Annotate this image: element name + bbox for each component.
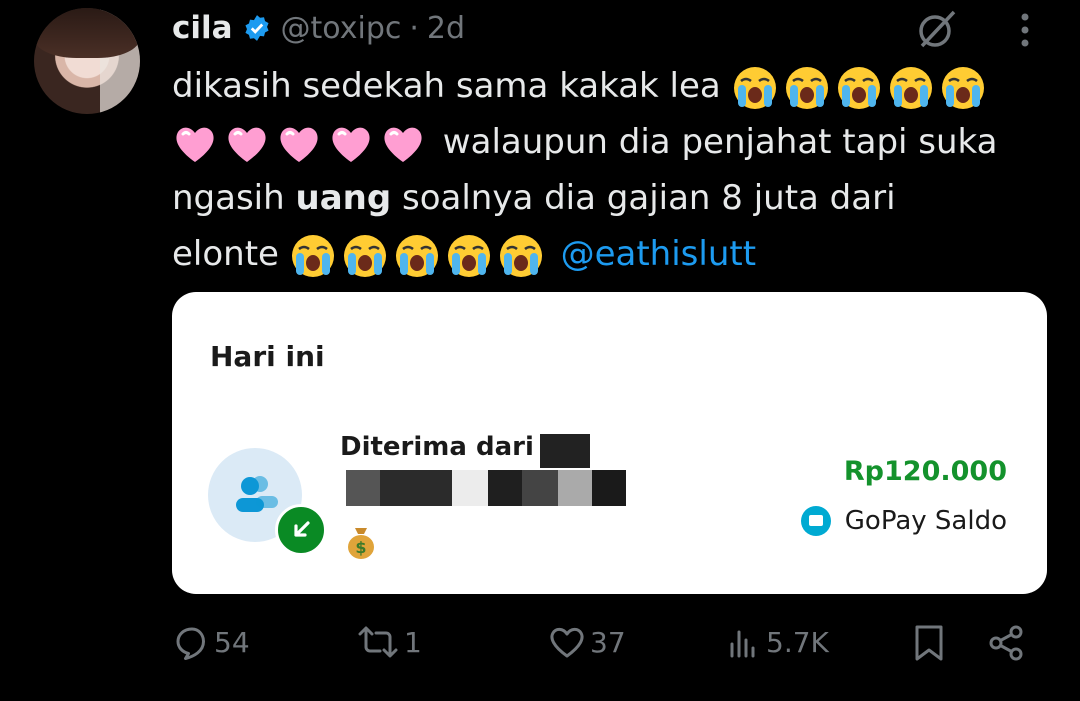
pink-heart-icon <box>280 127 318 162</box>
redacted-block <box>346 470 380 506</box>
author-handle[interactable]: @toxipc <box>281 11 402 46</box>
repost-icon <box>358 626 398 658</box>
like-count: 37 <box>590 625 626 659</box>
bookmark-button[interactable] <box>912 624 950 662</box>
wallet-label: GoPay Saldo <box>844 506 1007 536</box>
loudly-crying-face-icon <box>291 234 334 277</box>
loudly-crying-face-icon <box>447 234 490 277</box>
text-segment: dikasih sedekah sama kakak lea <box>172 66 732 106</box>
loudly-crying-face-icon <box>941 66 984 109</box>
people-icon <box>236 476 278 512</box>
arrow-down-left-icon <box>294 521 310 537</box>
loudly-crying-face-icon <box>499 234 542 277</box>
tweet-line-2: walaupun dia penjahat tapi suka <box>172 114 1052 170</box>
repost-count: 1 <box>404 625 422 659</box>
svg-text:$: $ <box>355 538 366 557</box>
loudly-crying-face-icon <box>889 66 932 109</box>
reply-count: 54 <box>214 625 250 659</box>
redacted-block <box>380 470 452 506</box>
crying-emoji-row <box>290 233 550 279</box>
attached-image-card[interactable]: Hari ini Diterima dari $ Rp120.000 GoPay… <box>172 292 1047 594</box>
tweet-text: dikasih sedekah sama kakak lea walaupun … <box>172 58 1052 282</box>
tweet-actions-bar: 54 1 37 5.7K <box>0 624 1080 668</box>
loudly-crying-face-icon <box>343 234 386 277</box>
avatar[interactable] <box>34 8 140 114</box>
bookmark-icon <box>915 625 943 661</box>
analytics-icon <box>730 630 755 658</box>
transaction-amount: Rp120.000 <box>843 456 1007 487</box>
text-segment: soalnya dia gajian 8 juta dari <box>391 178 896 218</box>
redacted-block <box>558 470 592 506</box>
pink-heart-icon <box>332 127 370 162</box>
reply-icon <box>176 627 205 660</box>
mention-link[interactable]: @eathislutt <box>561 234 756 274</box>
views-button[interactable]: 5.7K <box>726 624 829 660</box>
wallet-source: GoPay Saldo <box>800 506 1007 536</box>
redacted-block <box>522 470 558 506</box>
header-separator: · <box>409 10 419 46</box>
post-time[interactable]: 2d <box>427 11 465 46</box>
redacted-block <box>488 470 522 506</box>
redacted-block <box>540 434 590 468</box>
redacted-block <box>592 470 626 506</box>
crying-emoji-row <box>732 65 992 111</box>
redacted-block <box>452 470 488 506</box>
share-button[interactable] <box>986 624 1030 662</box>
pink-heart-icon <box>384 127 422 162</box>
tweet-line-1: dikasih sedekah sama kakak lea <box>172 58 1052 114</box>
tweet-line-4: elonte @eathislutt <box>172 226 1052 282</box>
view-count: 5.7K <box>766 625 829 659</box>
tweet-line-3: ngasih uang soalnya dia gajian 8 juta da… <box>172 170 1052 226</box>
more-options-icon[interactable] <box>1018 10 1032 50</box>
incoming-arrow-badge <box>275 504 327 556</box>
text-segment: elonte <box>172 234 290 274</box>
avatar-hair <box>34 8 140 58</box>
bold-text-segment: uang <box>295 178 392 218</box>
gopay-wallet-icon <box>800 506 831 536</box>
heart-emoji-row <box>172 121 432 167</box>
share-icon <box>989 625 1023 661</box>
like-button[interactable]: 37 <box>548 624 626 660</box>
repost-button[interactable]: 1 <box>356 624 422 660</box>
loudly-crying-face-icon <box>837 66 880 109</box>
tweet-header: cila @toxipc · 2d <box>172 8 465 48</box>
loudly-crying-face-icon <box>395 234 438 277</box>
loudly-crying-face-icon <box>785 66 828 109</box>
reply-button[interactable]: 54 <box>174 624 250 660</box>
verified-badge-icon <box>244 15 269 41</box>
loudly-crying-face-icon <box>733 66 776 109</box>
money-bag-icon: $ <box>348 528 374 559</box>
text-segment: ngasih <box>172 178 296 218</box>
heart-icon <box>550 627 584 658</box>
pink-heart-icon <box>228 127 266 162</box>
pink-heart-icon <box>176 127 214 162</box>
text-segment: walaupun dia penjahat tapi suka <box>432 122 998 162</box>
received-from-label: Diterima dari <box>340 432 534 462</box>
author-name[interactable]: cila <box>172 10 233 46</box>
section-title: Hari ini <box>210 340 325 373</box>
grok-icon[interactable] <box>914 6 960 52</box>
